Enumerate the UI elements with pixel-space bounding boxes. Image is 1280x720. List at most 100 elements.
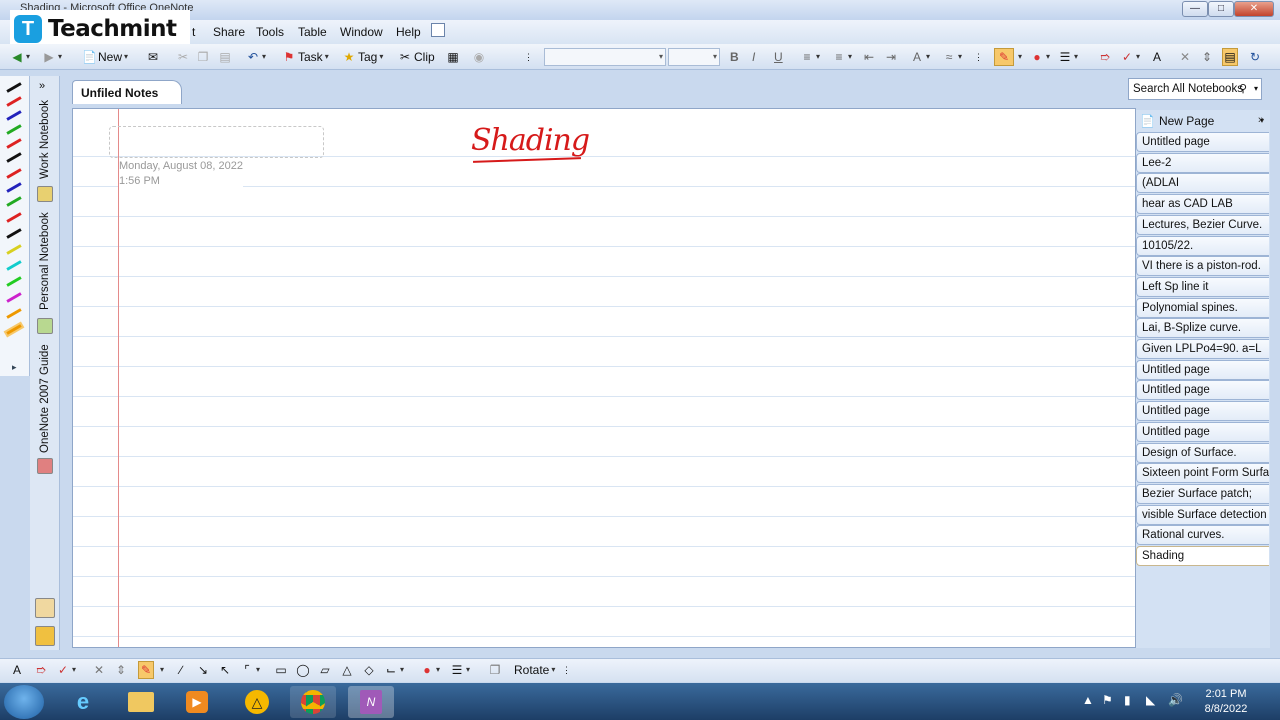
black-pen-icon[interactable] (6, 228, 22, 239)
volume-icon[interactable]: 🔊 (1168, 693, 1183, 707)
cut-button[interactable]: ✂ (176, 48, 190, 66)
page-tab-item[interactable]: Untitled page (1136, 359, 1269, 380)
blue-pen-icon[interactable] (6, 182, 22, 193)
page-tab-item[interactable]: visible Surface detection (1136, 504, 1269, 525)
all-notebooks-icon[interactable] (35, 626, 55, 646)
note-page[interactable]: Monday, August 08, 2022 1:56 PM Shading (72, 108, 1136, 648)
notebook-work[interactable]: Work Notebook (32, 98, 58, 182)
type-tool-button[interactable]: A (10, 661, 24, 679)
collapse-page-tabs-icon[interactable]: » (1258, 114, 1264, 126)
font-color-button[interactable]: A ▾ (910, 48, 930, 66)
file-explorer-icon[interactable] (118, 686, 164, 718)
toolbar-options[interactable]: ⋮ (524, 48, 533, 66)
forward-button[interactable]: ▶ ▾ (42, 48, 62, 66)
new-page-button[interactable]: 📄 New Page ▾ (1140, 112, 1266, 130)
page-tab-item[interactable]: Design of Surface. (1136, 442, 1269, 463)
onenote-icon[interactable]: N (348, 686, 394, 718)
eraser-button[interactable]: ✓ ▾ (1120, 48, 1140, 66)
black-pen-icon[interactable] (6, 152, 22, 163)
page-tab-item[interactable]: hear as CAD LAB (1136, 194, 1269, 215)
page-tab-item[interactable]: VI there is a piston-rod. (1136, 256, 1269, 277)
font-name-combo[interactable]: ▾ (544, 48, 666, 66)
arrange-button[interactable]: ❐ (488, 661, 502, 679)
menu-window[interactable]: Window (340, 25, 383, 39)
page-tab-item[interactable]: Given LPLPo4=90. a=L (1136, 339, 1269, 359)
network-signal-icon[interactable]: ◣ (1146, 693, 1155, 707)
page-tab-item[interactable]: Untitled page (1136, 380, 1269, 401)
insert-space-tool-button[interactable]: ⇕ (114, 661, 128, 679)
green-highlighter-icon[interactable] (6, 276, 22, 287)
delete-button[interactable]: ✕ (1178, 48, 1192, 66)
internet-explorer-icon[interactable]: e (60, 686, 106, 718)
axis-tool-button[interactable]: ⌜ ▾ (240, 661, 260, 679)
pen-color-button[interactable]: ● ▾ (1030, 48, 1050, 66)
eraser-tool-button[interactable]: ✓ ▾ (56, 661, 76, 679)
line-weight-button[interactable]: ☰ ▾ (1058, 48, 1078, 66)
arrow-tool-button[interactable]: ↘ (196, 661, 210, 679)
delete-tool-button[interactable]: ✕ (92, 661, 106, 679)
menu-format[interactable]: t (192, 25, 195, 39)
bullets-button[interactable]: ≡ ▾ (800, 48, 820, 66)
lasso-button[interactable]: ➱ (1098, 48, 1112, 66)
page-tab-item[interactable]: 10105/22. (1136, 235, 1269, 256)
page-tab-item[interactable]: Sixteen point Form Surfa (1136, 463, 1269, 484)
graph-tool-button[interactable]: ⌙ ▾ (384, 661, 404, 679)
triangle-tool-button[interactable]: △ (340, 661, 354, 679)
table-button[interactable]: ▦ (446, 48, 460, 66)
decrease-indent-button[interactable]: ⇤ (862, 48, 876, 66)
numbering-button[interactable]: ≡ ▾ (832, 48, 852, 66)
double-arrow-tool-button[interactable]: ↖ (218, 661, 232, 679)
tab-unfiled-notes[interactable]: Unfiled Notes (72, 80, 182, 104)
page-tab-item[interactable]: Shading (1136, 546, 1269, 566)
notebook-personal[interactable]: Personal Notebook (32, 210, 58, 314)
page-tab-item[interactable]: Polynomial spines. (1136, 297, 1269, 318)
collapse-notebooks-icon[interactable]: » (39, 80, 45, 92)
pen-tool-button-bottom[interactable]: ✎ (138, 661, 154, 679)
blue-pen-icon[interactable] (6, 110, 22, 121)
page-tab-item[interactable]: Lai, B-Splize curve. (1136, 318, 1269, 339)
diamond-tool-button[interactable]: ◇ (362, 661, 376, 679)
page-tab-item[interactable]: (ADLAI (1136, 173, 1269, 194)
search-input[interactable]: Search All Notebooks ⚲ ▾ (1128, 78, 1262, 100)
page-tab-item[interactable]: Bezier Surface patch; (1136, 483, 1269, 504)
menu-help[interactable]: Help (396, 25, 421, 39)
black-pen-icon[interactable] (6, 82, 22, 93)
pen-tool-button[interactable]: ✎ (994, 48, 1014, 66)
handwritten-title[interactable]: Shading (471, 123, 590, 158)
increase-indent-button[interactable]: ⇥ (884, 48, 898, 66)
page-tab-item[interactable]: Rational curves. (1136, 525, 1269, 546)
expand-icon[interactable]: ▸ (12, 362, 17, 373)
minimize-button[interactable]: — (1182, 1, 1208, 17)
battery-icon[interactable]: ▮ (1124, 693, 1131, 707)
red-pen-icon[interactable] (6, 96, 22, 107)
help-window-icon[interactable] (431, 23, 445, 37)
app-triangle-icon[interactable]: △ (234, 686, 280, 718)
paste-button[interactable]: ▤ (218, 48, 232, 66)
chrome-icon[interactable] (290, 686, 336, 718)
selected-pen-icon[interactable] (6, 324, 22, 335)
media-player-icon[interactable]: ▶ (174, 686, 220, 718)
type-button[interactable]: A (1150, 48, 1164, 66)
line-weight-button-bottom[interactable]: ☰ ▾ (450, 661, 470, 679)
green-pen-icon[interactable] (6, 196, 22, 207)
menu-tools[interactable]: Tools (256, 25, 284, 39)
lasso-tool-button[interactable]: ➱ (34, 661, 48, 679)
new-button[interactable]: 📄 New ▾ (82, 48, 128, 66)
page-title-box[interactable] (109, 126, 324, 158)
pen-color-button-bottom[interactable]: ● ▾ (420, 661, 440, 679)
circle-tool-button[interactable]: ◯ (296, 661, 310, 679)
notebook-guide[interactable]: OneNote 2007 Guide (32, 342, 58, 454)
chevron-down-icon[interactable]: ▾ (1254, 84, 1258, 93)
italic-button[interactable]: I (752, 48, 755, 66)
page-tab-item[interactable]: Untitled page (1136, 132, 1269, 152)
page-tab-item[interactable]: Lectures, Bezier Curve. (1136, 214, 1269, 235)
clip-button[interactable]: ✂ Clip (398, 48, 435, 66)
parallelogram-tool-button[interactable]: ▱ (318, 661, 332, 679)
page-tab-item[interactable]: Left Sp line it (1136, 276, 1269, 297)
red-pen-icon[interactable] (6, 168, 22, 179)
green-pen-icon[interactable] (6, 124, 22, 135)
start-button[interactable] (4, 685, 44, 719)
sync-button[interactable]: ↻ (1248, 48, 1262, 66)
close-button[interactable]: ✕ (1234, 1, 1274, 17)
send-email-button[interactable]: ✉ (146, 48, 160, 66)
